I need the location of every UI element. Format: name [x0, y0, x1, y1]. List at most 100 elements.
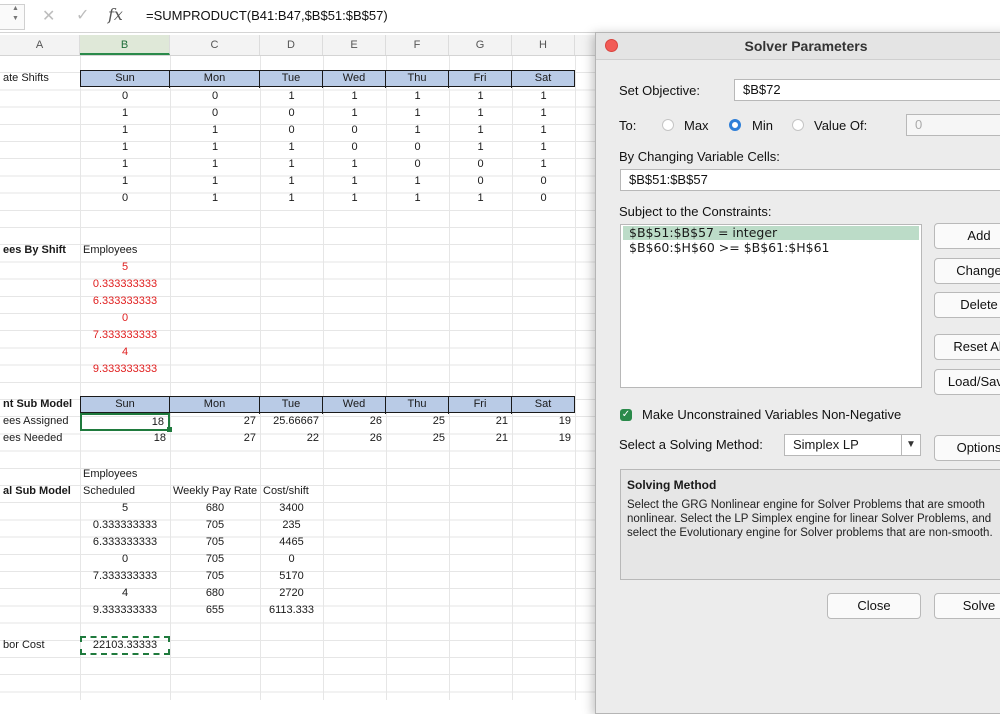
employee-count-cell[interactable]: 6.333333333 [80, 293, 170, 310]
assigned-cell[interactable]: 19 [512, 413, 575, 430]
scheduled-header[interactable]: Scheduled [80, 483, 170, 500]
labor-cost-cell[interactable]: 22103.33333 [80, 636, 170, 655]
shift-cell[interactable]: 1 [449, 139, 512, 156]
changing-cells-field[interactable]: $B$51:$B$57 [620, 169, 1000, 191]
employee-count-cell[interactable]: 0 [80, 310, 170, 327]
day-header[interactable]: Tue [260, 71, 323, 88]
objective-field[interactable]: $B$72 [734, 79, 1000, 101]
shift-cell[interactable]: 1 [323, 173, 386, 190]
shift-cell[interactable]: 0 [80, 190, 170, 207]
column-header-c[interactable]: C [170, 35, 260, 55]
shift-cell[interactable]: 1 [449, 105, 512, 122]
cost-table-cell[interactable]: 680 [170, 585, 260, 602]
cost-table-cell[interactable]: 705 [170, 568, 260, 585]
shift-cell[interactable]: 1 [449, 190, 512, 207]
max-radio[interactable] [662, 119, 674, 131]
shift-cell[interactable]: 0 [386, 139, 449, 156]
shift-cell[interactable]: 1 [512, 156, 575, 173]
cost-table-cell[interactable]: 7.333333333 [80, 568, 170, 585]
shift-cell[interactable]: 1 [512, 88, 575, 105]
column-header-d[interactable]: D [260, 35, 323, 55]
cost-table-cell[interactable]: 0 [80, 551, 170, 568]
shift-cell[interactable]: 0 [80, 88, 170, 105]
shift-cell[interactable]: 0 [170, 105, 260, 122]
column-header-b[interactable]: B [80, 35, 170, 55]
shift-cell[interactable]: 1 [260, 156, 323, 173]
shift-cell[interactable]: 1 [170, 156, 260, 173]
day-header[interactable]: Sun [81, 397, 170, 414]
shift-cell[interactable]: 1 [512, 139, 575, 156]
day-header[interactable]: Thu [386, 71, 449, 88]
shift-cell[interactable]: 1 [323, 190, 386, 207]
shift-cell[interactable]: 1 [170, 122, 260, 139]
shift-cell[interactable]: 1 [260, 139, 323, 156]
day-header[interactable]: Sat [512, 71, 574, 88]
assigned-cell[interactable]: 21 [449, 413, 512, 430]
assigned-cell[interactable]: 26 [323, 413, 386, 430]
column-header-a[interactable]: A [0, 35, 80, 55]
needed-cell[interactable]: 27 [170, 430, 260, 447]
shift-cell[interactable]: 1 [449, 122, 512, 139]
needed-cell[interactable]: 21 [449, 430, 512, 447]
day-header[interactable]: Sat [512, 397, 574, 414]
shift-cell[interactable]: 0 [512, 190, 575, 207]
needed-cell[interactable]: 25 [386, 430, 449, 447]
function-icon[interactable]: fx [108, 5, 123, 24]
nonneg-checkbox[interactable]: ✓ [620, 409, 632, 421]
constraint-item[interactable]: $B$60:$H$60 >= $B$61:$H$61 [623, 241, 919, 255]
down-arrow-icon[interactable]: ▼ [12, 15, 19, 22]
column-header-h[interactable]: H [512, 35, 575, 55]
method-select[interactable]: Simplex LP ▼ [784, 434, 921, 456]
max-label[interactable]: Max [684, 118, 709, 133]
cost-table-cell[interactable]: 2720 [260, 585, 323, 602]
shift-cell[interactable]: 1 [260, 190, 323, 207]
min-radio[interactable] [729, 119, 741, 131]
cost-table-cell[interactable]: 680 [170, 500, 260, 517]
up-arrow-icon[interactable]: ▲ [12, 5, 19, 12]
needed-cell[interactable]: 19 [512, 430, 575, 447]
day-header[interactable]: Thu [386, 397, 449, 414]
cost-table-cell[interactable]: 9.333333333 [80, 602, 170, 619]
employee-count-cell[interactable]: 5 [80, 259, 170, 276]
shift-cell[interactable]: 1 [512, 105, 575, 122]
reset-all-button[interactable]: Reset All [934, 334, 1000, 360]
column-header-e[interactable]: E [323, 35, 386, 55]
cost-table-cell[interactable]: 0.333333333 [80, 517, 170, 534]
shift-cell[interactable]: 1 [80, 105, 170, 122]
cost-table-cell[interactable]: 4 [80, 585, 170, 602]
employee-count-cell[interactable]: 4 [80, 344, 170, 361]
assigned-cell[interactable]: 25 [386, 413, 449, 430]
cost-shift-header[interactable]: Cost/shift [260, 483, 323, 500]
shift-cell[interactable]: 1 [323, 156, 386, 173]
shift-cell[interactable]: 1 [260, 173, 323, 190]
shift-cell[interactable]: 0 [323, 139, 386, 156]
cost-table-cell[interactable]: 705 [170, 551, 260, 568]
shift-cell[interactable]: 1 [386, 190, 449, 207]
day-header[interactable]: Wed [323, 397, 386, 414]
column-header-g[interactable]: G [449, 35, 512, 55]
needed-cell[interactable]: 26 [323, 430, 386, 447]
shift-cell[interactable]: 0 [170, 88, 260, 105]
value-of-radio[interactable] [792, 119, 804, 131]
cost-table-cell[interactable]: 655 [170, 602, 260, 619]
shift-cell[interactable]: 0 [386, 156, 449, 173]
solve-button[interactable]: Solve [934, 593, 1000, 619]
close-button[interactable]: Close [827, 593, 921, 619]
load-save-button[interactable]: Load/Save [934, 369, 1000, 395]
cost-table-cell[interactable]: 235 [260, 517, 323, 534]
shift-cell[interactable]: 1 [80, 156, 170, 173]
day-header[interactable]: Wed [323, 71, 386, 88]
pay-rate-header[interactable]: Weekly Pay Rate [170, 483, 260, 500]
shift-cell[interactable]: 0 [260, 122, 323, 139]
shift-cell[interactable]: 1 [386, 173, 449, 190]
day-header[interactable]: Tue [260, 397, 323, 414]
shift-cell[interactable]: 0 [323, 122, 386, 139]
employee-count-cell[interactable]: 7.333333333 [80, 327, 170, 344]
assigned-cell[interactable]: 18 [80, 413, 170, 431]
shift-cell[interactable]: 0 [449, 156, 512, 173]
constraint-item[interactable]: $B$51:$B$57 = integer [623, 226, 919, 240]
needed-cell[interactable]: 18 [80, 430, 170, 447]
shift-cell[interactable]: 1 [80, 139, 170, 156]
cost-table-cell[interactable]: 705 [170, 517, 260, 534]
shift-cell[interactable]: 1 [512, 122, 575, 139]
